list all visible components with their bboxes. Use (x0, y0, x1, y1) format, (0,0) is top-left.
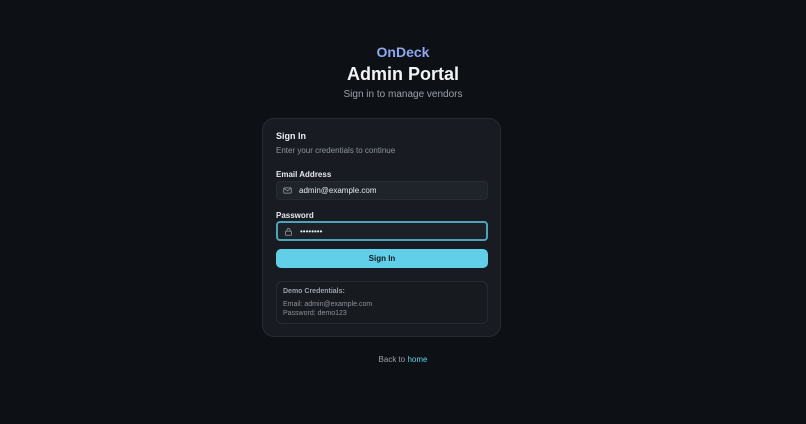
footer-back-link: Back to home (0, 355, 806, 364)
email-field-container (276, 181, 488, 200)
password-field-container (276, 221, 488, 241)
home-link[interactable]: home (407, 355, 427, 364)
lock-icon (284, 227, 293, 236)
password-input[interactable] (300, 226, 486, 236)
brand-logo: OnDeck (0, 44, 806, 60)
demo-credentials-box: Demo Credentials: Email: admin@example.c… (276, 281, 488, 324)
page-subtitle: Sign in to manage vendors (343, 89, 463, 100)
demo-password: Password: demo123 (283, 310, 347, 317)
email-input[interactable] (299, 186, 487, 195)
card-title: Sign In (276, 131, 306, 141)
password-label: Password (276, 211, 314, 220)
demo-credentials-title: Demo Credentials: (283, 288, 345, 295)
footer-text: Back to (378, 355, 406, 364)
signin-button[interactable]: Sign In (276, 249, 488, 268)
card-description: Enter your credentials to continue (276, 146, 396, 155)
signin-card: Sign In Enter your credentials to contin… (262, 118, 501, 337)
email-label: Email Address (276, 170, 332, 179)
demo-email: Email: admin@example.com (283, 301, 373, 308)
page-title: Admin Portal (346, 64, 459, 84)
mail-icon (283, 186, 292, 195)
